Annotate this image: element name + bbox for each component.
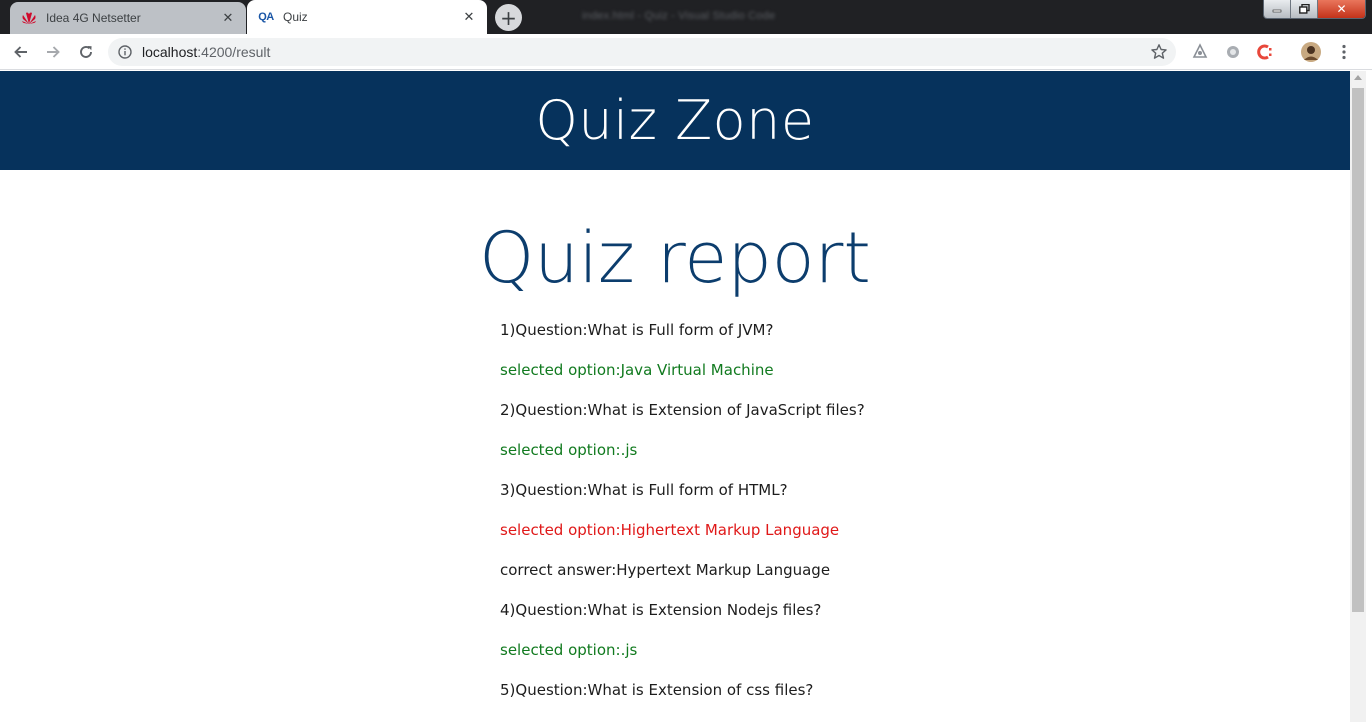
brand-title: Quiz Zone [535, 89, 815, 152]
selected-option-correct: selected option:Java Virtual Machine [500, 361, 774, 379]
browser-toolbar: localhost:4200/result [0, 34, 1372, 70]
selected-option-correct: selected option:.js [500, 641, 638, 659]
url-text[interactable]: localhost:4200/result [142, 44, 270, 60]
more-menu-icon[interactable] [1334, 42, 1354, 62]
app-header: Quiz Zone [0, 71, 1350, 170]
tab-title: Quiz [283, 10, 308, 24]
avatar[interactable] [1301, 42, 1321, 62]
arrow-left-icon [14, 46, 27, 58]
url-path: :4200/result [197, 44, 271, 60]
qa-logo-icon: QA [258, 11, 274, 23]
tab-quiz[interactable]: QA Quiz ✕ [247, 0, 487, 34]
vertical-scrollbar[interactable] [1350, 71, 1366, 722]
forward-button[interactable] [41, 40, 65, 64]
restore-button[interactable] [1291, 0, 1318, 18]
question-text: 5)Question:What is Extension of css file… [500, 681, 814, 699]
selected-option-wrong: selected option:Highertext Markup Langua… [500, 521, 840, 539]
extension-c-icon[interactable] [1255, 42, 1275, 62]
angular-devtools-icon[interactable] [1190, 42, 1210, 62]
back-button[interactable] [9, 40, 33, 64]
tab-idea-netsetter[interactable]: Idea 4G Netsetter ✕ [10, 2, 246, 34]
question-text: 4)Question:What is Extension Nodejs file… [500, 601, 822, 619]
browser-title-bar: index.html - Quiz - Visual Studio Code I… [0, 0, 1372, 34]
arrow-right-icon [47, 46, 60, 58]
minimize-button[interactable] [1264, 0, 1291, 18]
tab-title: Idea 4G Netsetter [46, 11, 141, 25]
extension-circle-icon[interactable] [1223, 42, 1243, 62]
question-text: 1)Question:What is Full form of JVM? [500, 321, 774, 339]
window-controls: ✕ [1263, 0, 1366, 19]
window-title: index.html - Quiz - Visual Studio Code [582, 10, 776, 22]
scrollbar-thumb[interactable] [1352, 88, 1364, 612]
info-icon[interactable] [118, 45, 132, 59]
page-viewport: Quiz Zone Quiz report 1)Question:What is… [0, 71, 1350, 722]
new-tab-button[interactable]: + [495, 4, 522, 31]
question-text: 3)Question:What is Full form of HTML? [500, 481, 788, 499]
close-icon[interactable]: ✕ [220, 10, 236, 26]
scroll-up-arrow-icon[interactable] [1354, 75, 1362, 80]
close-window-button[interactable]: ✕ [1318, 0, 1365, 18]
close-icon[interactable]: ✕ [461, 9, 477, 25]
selected-option-correct: selected option:.js [500, 441, 638, 459]
correct-answer-text: correct answer:Hypertext Markup Language [500, 561, 831, 579]
question-text: 2)Question:What is Extension of JavaScri… [500, 401, 865, 419]
huawei-logo-icon [21, 10, 37, 26]
reload-button[interactable] [74, 40, 98, 64]
reload-icon [80, 46, 92, 58]
bookmark-star-icon[interactable] [1150, 43, 1168, 61]
window-edge [1366, 71, 1372, 722]
address-bar[interactable]: localhost:4200/result [108, 38, 1176, 66]
quiz-report-list: 1)Question:What is Full form of JVM? sele… [500, 321, 1100, 721]
page-title: Quiz report [479, 217, 871, 299]
url-host: localhost [142, 44, 198, 60]
